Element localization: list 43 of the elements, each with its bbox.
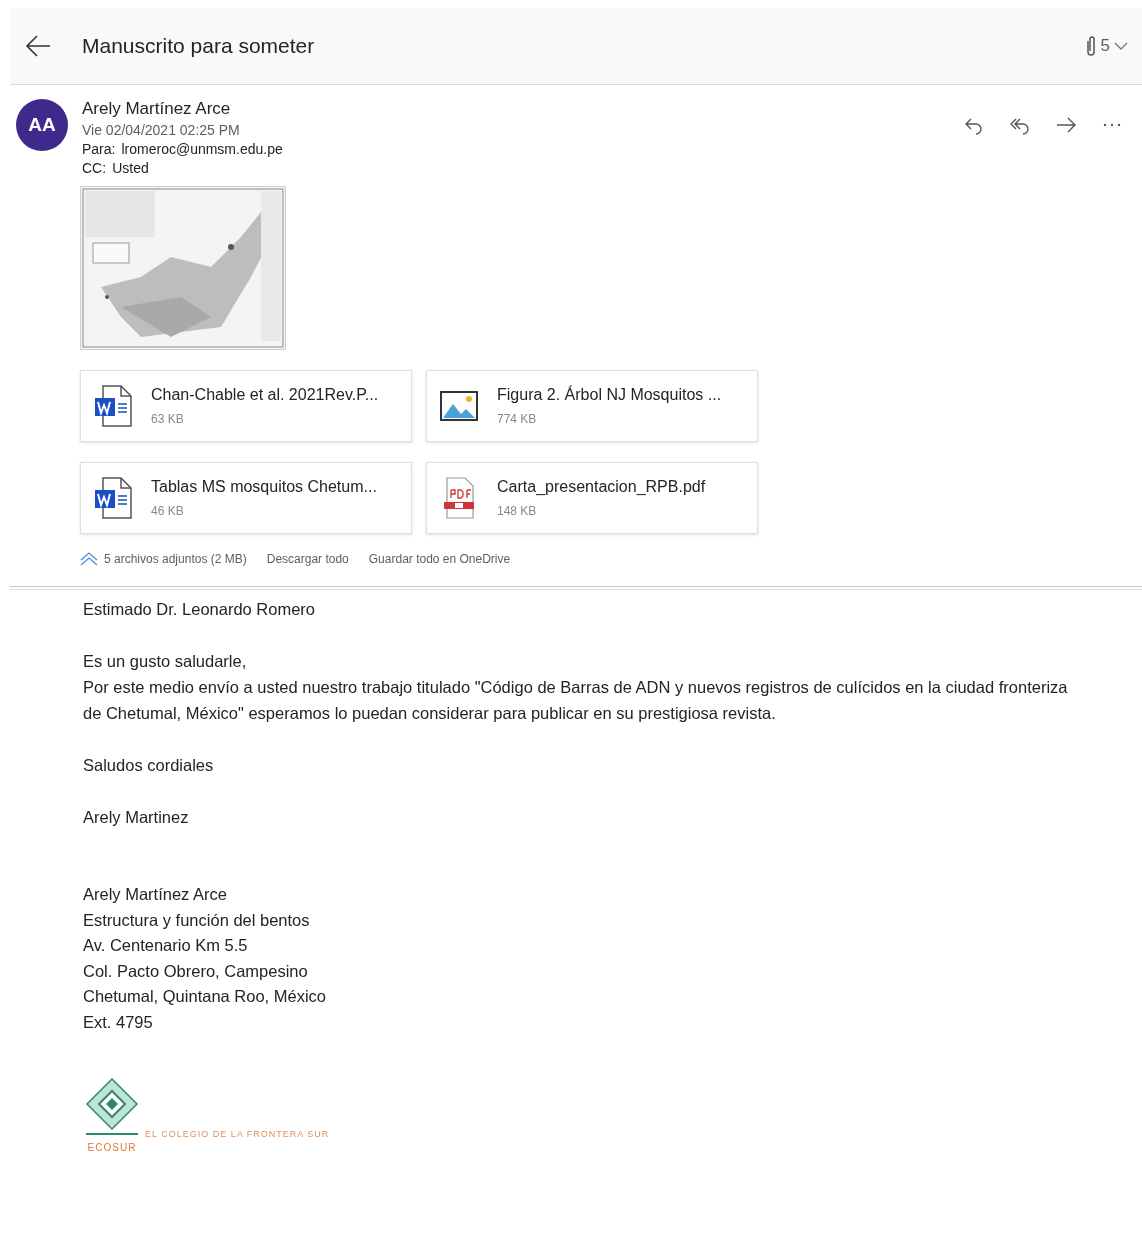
attachment-name: Tablas MS mosquitos Chetum... [151,478,377,496]
chevron-down-icon[interactable] [1114,41,1128,51]
chevron-up-icon[interactable] [80,552,98,566]
signature-line: Arely Martínez Arce [83,884,228,905]
email-subject: Manuscrito para someter [82,34,316,58]
word-document-icon [93,384,133,428]
recipient-address: lromeroc@unmsm.edu.pe [121,141,283,157]
attachment-name: Chan-Chable et al. 2021Rev.P... [151,386,379,404]
attachments-summary: 5 archivos adjuntos (2 MB) [104,552,247,566]
cc-recipient: Usted [112,160,149,176]
paperclip-icon [1084,35,1097,57]
attachment-count[interactable]: 5 [1100,36,1110,56]
attachment-card[interactable]: Chan-Chable et al. 2021Rev.P... 63 KB [80,370,412,442]
attachment-size: 148 KB [497,504,538,518]
cc-label: CC: [82,160,107,176]
signature-line: Av. Centenario Km 5.5 [83,935,249,956]
save-to-onedrive-link[interactable]: Guardar todo en OneDrive [368,552,511,566]
attachment-card[interactable]: Figura 2. Árbol NJ Mosquitos ... 774 KB [426,370,758,442]
signature-line: Estructura y función del bentos [83,909,311,931]
sender-avatar: AA [16,99,68,151]
attachment-card[interactable]: Tablas MS mosquitos Chetum... 46 KB [80,462,412,534]
message-text: Estimado Dr. Leonardo Romero [83,599,317,620]
attachment-size: 63 KB [151,412,185,426]
attachment-size: 774 KB [497,412,538,426]
signature-line: Col. Pacto Obrero, Campesino [83,960,309,982]
message-text: Es un gusto saludarle, [83,651,248,672]
attachment-name: Figura 2. Árbol NJ Mosquitos ... [497,386,722,404]
signature-line: Chetumal, Quintana Roo, México [83,986,328,1007]
sender-name: Arely Martínez Arce [82,99,232,119]
message-text: Por este medio envío a usted nuestro trabajo titulado "Código de Barras de ADN y nuevos registros de culícidos en la ciudad fronteriza de Chetumal, México" esperamos lo puedan considerar para publicar en su prestigiosa revista. [83,677,1068,724]
logo-abbreviation: ECOSUR [85,1133,139,1161]
message-text: Arely Martinez [83,807,190,828]
word-document-icon [93,476,133,520]
logo-name: EL COLEGIO DE LA FRONTERA SUR [145,1128,330,1141]
message-text: Saludos cordiales [83,755,215,776]
to-label: Para: [82,141,116,157]
attachment-size: 46 KB [151,504,185,518]
attachment-card[interactable]: Carta_presentacion_RPB.pdf 148 KB [426,462,758,534]
sent-date: Vie 02/04/2021 02:25 PM [82,122,241,138]
diamond-logo-icon [83,1075,141,1133]
download-all-link[interactable]: Descargar todo [266,552,349,566]
attachment-name: Carta_presentacion_RPB.pdf [497,478,706,496]
signature-line: Ext. 4795 [83,1011,154,1033]
